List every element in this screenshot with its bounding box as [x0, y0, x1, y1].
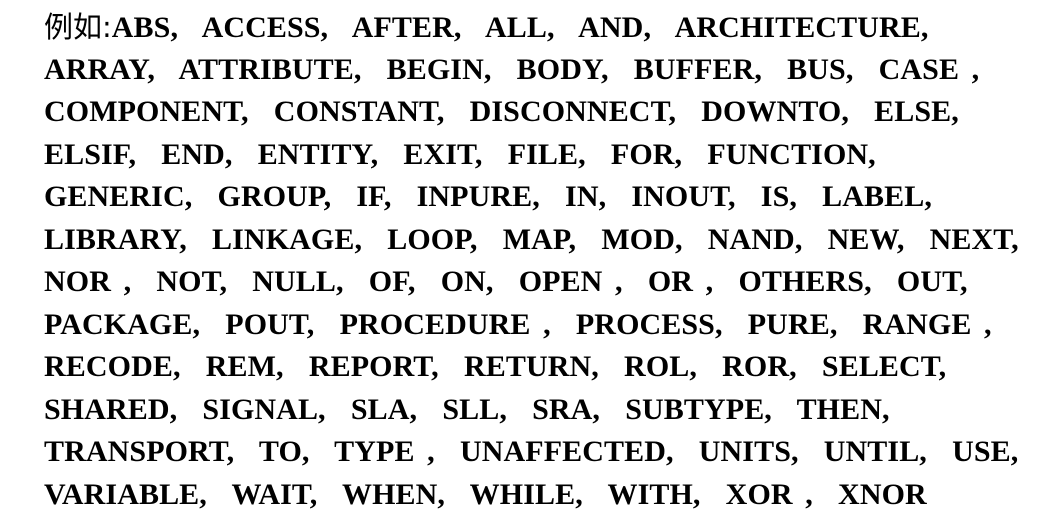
keyword-line-9: RECODE, REM, REPORT, RETURN, ROL, ROR, S… — [44, 346, 1040, 389]
keyword-line-10: SHARED, SIGNAL, SLA, SLL, SRA, SUBTYPE, … — [44, 389, 1040, 432]
keyword-line-7: NOR , NOT, NULL, OF, ON, OPEN , OR , OTH… — [44, 261, 1040, 304]
keyword-line-5: GENERIC, GROUP, IF, INPURE, IN, INOUT, I… — [44, 176, 1040, 219]
keyword-line-8: PACKAGE, POUT, PROCEDURE , PROCESS, PURE… — [44, 304, 1040, 347]
keyword-line-12: VARIABLE, WAIT, WHEN, WHILE, WITH, XOR ,… — [44, 474, 1040, 516]
keyword-line-3: COMPONENT, CONSTANT, DISCONNECT, DOWNTO,… — [44, 91, 1040, 134]
keyword-line-11: TRANSPORT, TO, TYPE , UNAFFECTED, UNITS,… — [44, 431, 1040, 474]
example-label-cjk: 例如: — [44, 10, 112, 44]
keyword-line-1: 例如:ABS, ACCESS, AFTER, ALL, AND, ARCHITE… — [44, 6, 1040, 49]
keyword-list-block: 例如:ABS, ACCESS, AFTER, ALL, AND, ARCHITE… — [0, 0, 1040, 514]
keyword-line-6: LIBRARY, LINKAGE, LOOP, MAP, MOD, NAND, … — [44, 219, 1040, 262]
keyword-line-1-latin: ABS, ACCESS, AFTER, ALL, AND, ARCHITECTU… — [112, 11, 929, 44]
keyword-line-4: ELSIF, END, ENTITY, EXIT, FILE, FOR, FUN… — [44, 134, 1040, 177]
keyword-line-2: ARRAY, ATTRIBUTE, BEGIN, BODY, BUFFER, B… — [44, 49, 1040, 92]
